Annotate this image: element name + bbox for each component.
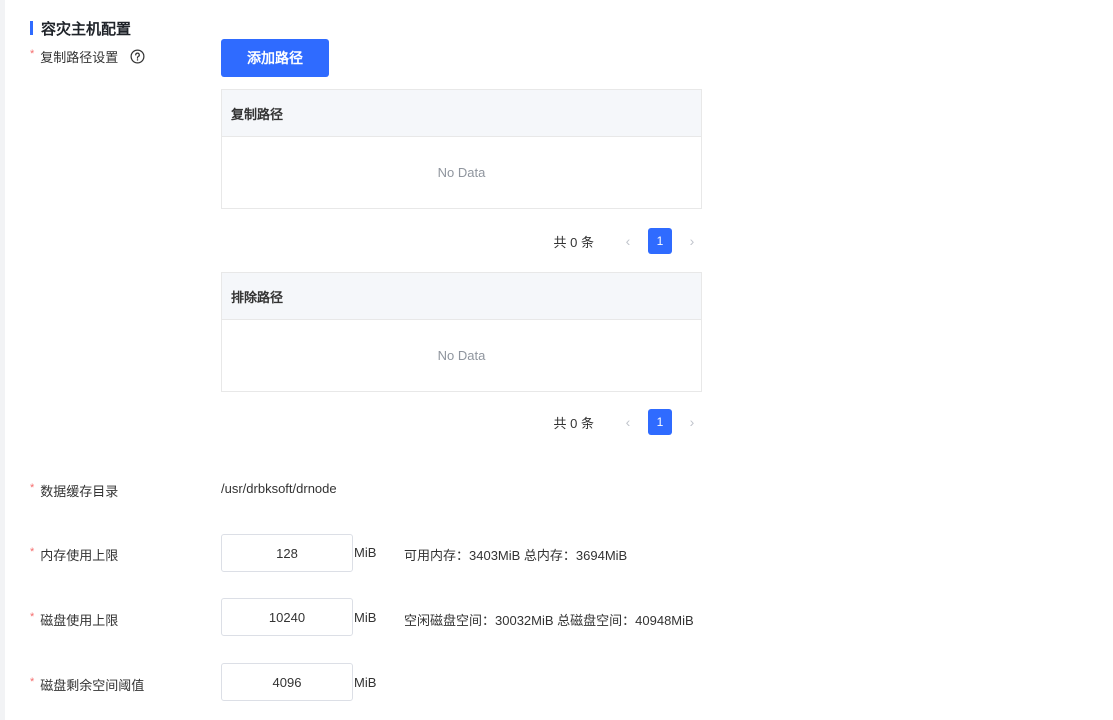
pagination-total: 共 0 条 [553, 415, 594, 431]
chevron-left-icon[interactable]: ‹ [618, 233, 638, 249]
cache-dir-label-text: 数据缓存目录 [40, 484, 119, 499]
memory-limit-hint: 可用内存：3403MiB 总内存：3694MiB [404, 548, 628, 563]
pagination-page-current[interactable]: 1 [648, 228, 672, 254]
disk-limit-input[interactable] [221, 598, 353, 636]
pagination-total: 共 0 条 [553, 234, 594, 250]
disk-limit-hint: 空闲磁盘空间：30032MiB 总磁盘空间：40948MiB [404, 613, 694, 628]
exclude-path-table-header: 排除路径 [222, 273, 701, 320]
replication-label: * 复制路径设置 [30, 47, 145, 66]
disk-threshold-unit: MiB [354, 675, 377, 690]
memory-limit-label: * 内存使用上限 [30, 545, 118, 564]
memory-limit-unit: MiB [354, 545, 377, 560]
memory-limit-input[interactable] [221, 534, 353, 572]
copy-path-table-empty: No Data [437, 165, 486, 180]
cache-dir-label: * 数据缓存目录 [30, 481, 118, 500]
exclude-path-table: 排除路径 No Data [221, 272, 702, 392]
disk-limit-unit: MiB [354, 610, 377, 625]
replication-label-text: 复制路径设置 [40, 50, 119, 65]
disk-limit-label: * 磁盘使用上限 [30, 610, 118, 629]
disk-limit-label-text: 磁盘使用上限 [40, 613, 119, 628]
pagination-page-current[interactable]: 1 [648, 409, 672, 435]
disk-threshold-input[interactable] [221, 663, 353, 701]
required-mark: * [30, 545, 35, 558]
left-rail [0, 0, 5, 720]
chevron-left-icon[interactable]: ‹ [618, 414, 638, 430]
required-mark: * [30, 610, 35, 623]
add-path-button[interactable]: 添加路径 [221, 39, 329, 77]
exclude-path-table-empty: No Data [437, 348, 486, 363]
exclude-path-pagination: 共 0 条 ‹ 1 › [221, 409, 702, 435]
disk-threshold-label-text: 磁盘剩余空间阈值 [40, 678, 145, 693]
required-mark: * [30, 675, 35, 688]
question-circle-icon[interactable] [130, 49, 145, 64]
required-mark: * [30, 481, 35, 494]
chevron-right-icon[interactable]: › [682, 233, 702, 249]
cache-dir-value: /usr/drbksoft/drnode [221, 481, 337, 496]
chevron-right-icon[interactable]: › [682, 414, 702, 430]
copy-path-pagination: 共 0 条 ‹ 1 › [221, 228, 702, 254]
memory-limit-label-text: 内存使用上限 [40, 548, 119, 563]
copy-path-table-header: 复制路径 [222, 90, 701, 137]
disk-threshold-label: * 磁盘剩余空间阈值 [30, 675, 144, 694]
section-title: 容灾主机配置 [30, 18, 131, 38]
required-mark: * [30, 47, 35, 60]
copy-path-table: 复制路径 No Data [221, 89, 702, 209]
section-title-bar [30, 21, 33, 35]
section-title-text: 容灾主机配置 [41, 20, 132, 38]
